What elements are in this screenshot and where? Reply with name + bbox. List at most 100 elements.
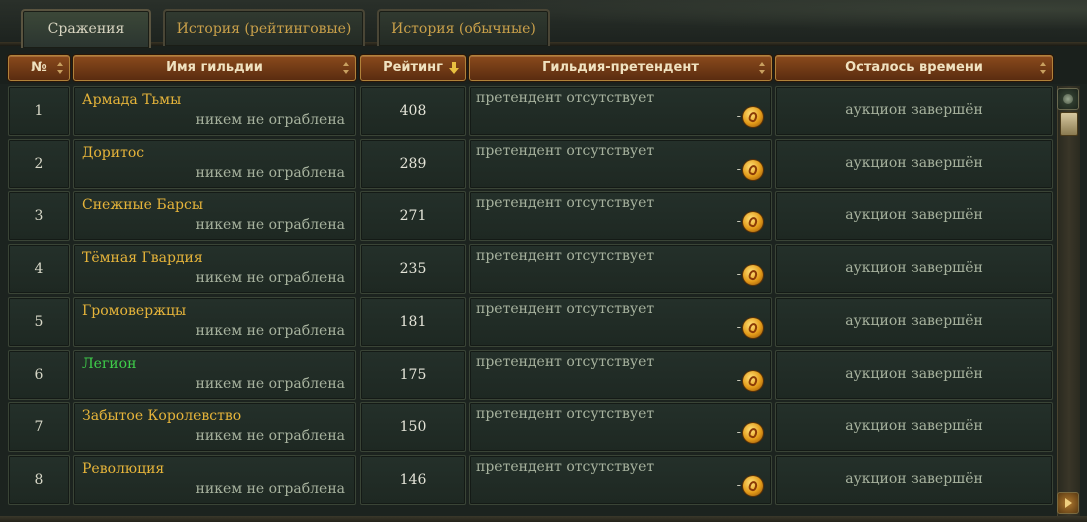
sort-desc-icon: [449, 61, 459, 75]
challenger-cell: претендент отсутствует -: [469, 402, 772, 452]
gold-coin-icon[interactable]: [743, 423, 763, 443]
guild-cell: Армада Тьмы никем не ограблена: [73, 86, 356, 136]
bid-amount: -: [736, 320, 741, 335]
bid-amount: -: [736, 214, 741, 229]
challenger-status: претендент отсутствует: [476, 90, 655, 106]
table-row[interactable]: 4 Тёмная Гвардия никем не ограблена 235 прет…: [0, 244, 1056, 296]
rank-cell: 4: [8, 244, 70, 294]
tab-history-normal[interactable]: История (обычные): [377, 9, 550, 46]
robbed-status: никем не ограблена: [195, 428, 345, 444]
time-left-cell: аукцион завершён: [775, 191, 1053, 241]
table-row[interactable]: 8 Революция никем не ограблена 146 претенден…: [0, 455, 1056, 507]
guild-name-link[interactable]: Снежные Барсы: [82, 197, 203, 213]
rating-cell: 235: [360, 244, 466, 294]
challenger-cell: претендент отсутствует -: [469, 139, 772, 189]
rank-cell: 1: [8, 86, 70, 136]
column-header-time-left[interactable]: Осталось времени: [775, 55, 1053, 81]
guild-name-link[interactable]: Армада Тьмы: [82, 92, 181, 108]
rating-cell: 181: [360, 297, 466, 347]
bid-amount: -: [736, 267, 741, 282]
robbed-status: никем не ограблена: [195, 270, 345, 286]
column-header-time-left-label: Осталось времени: [845, 60, 983, 75]
column-header-guild[interactable]: Имя гильдии: [73, 55, 356, 81]
tab-history-rated[interactable]: История (рейтинговые): [163, 9, 365, 46]
sort-arrows-icon: [1040, 62, 1047, 74]
gold-coin-icon[interactable]: [743, 318, 763, 338]
column-header-challenger[interactable]: Гильдия-претендент: [469, 55, 772, 81]
tab-battles[interactable]: Сражения: [21, 9, 151, 48]
column-header-challenger-label: Гильдия-претендент: [542, 60, 699, 75]
guild-name-link[interactable]: Тёмная Гвардия: [82, 250, 203, 266]
robbed-status: никем не ограблена: [195, 217, 345, 233]
sort-arrows-icon: [57, 62, 64, 74]
time-left-cell: аукцион завершён: [775, 297, 1053, 347]
bid-amount: -: [736, 109, 741, 124]
guild-cell: Доритос никем не ограблена: [73, 139, 356, 189]
scroll-up-button[interactable]: [1057, 88, 1079, 110]
gold-coin-icon[interactable]: [743, 476, 763, 496]
gold-coin-icon[interactable]: [743, 212, 763, 232]
rating-cell: 146: [360, 455, 466, 505]
rank-cell: 5: [8, 297, 70, 347]
table-row[interactable]: 3 Снежные Барсы никем не ограблена 271 прете…: [0, 191, 1056, 243]
scroll-down-button[interactable]: [1057, 492, 1079, 514]
challenger-cell: претендент отсутствует -: [469, 86, 772, 136]
guild-cell: Легион никем не ограблена: [73, 350, 356, 400]
sort-arrows-icon: [343, 62, 350, 74]
scrollbar-thumb[interactable]: [1060, 112, 1078, 136]
guild-cell: Забытое Королевство никем не ограблена: [73, 402, 356, 452]
gold-coin-icon[interactable]: [743, 107, 763, 127]
bid-amount: -: [736, 162, 741, 177]
guild-name-link[interactable]: Революция: [82, 461, 164, 477]
challenger-status: претендент отсутствует: [476, 248, 655, 264]
rating-cell: 175: [360, 350, 466, 400]
column-header-guild-label: Имя гильдии: [166, 60, 263, 75]
table-row[interactable]: 5 Громовержцы никем не ограблена 181 претенд…: [0, 297, 1056, 349]
bottom-frame: [0, 516, 1087, 522]
table-row[interactable]: 2 Доритос никем не ограблена 289 претендент …: [0, 139, 1056, 191]
table-row[interactable]: 6 Легион никем не ограблена 175 претендент о…: [0, 350, 1056, 402]
table-row[interactable]: 1 Армада Тьмы никем не ограблена 408 претенд…: [0, 86, 1056, 138]
column-header-rating-label: Рейтинг: [383, 60, 443, 75]
challenger-status: претендент отсутствует: [476, 195, 655, 211]
challenger-status: претендент отсутствует: [476, 459, 655, 475]
robbed-status: никем не ограблена: [195, 481, 345, 497]
time-left-cell: аукцион завершён: [775, 139, 1053, 189]
gold-coin-icon[interactable]: [743, 371, 763, 391]
challenger-status: претендент отсутствует: [476, 354, 655, 370]
guild-name-link[interactable]: Громовержцы: [82, 303, 186, 319]
challenger-status: претендент отсутствует: [476, 143, 655, 159]
rank-cell: 7: [8, 402, 70, 452]
column-header-num-label: №: [31, 60, 47, 75]
challenger-cell: претендент отсутствует -: [469, 191, 772, 241]
time-left-cell: аукцион завершён: [775, 244, 1053, 294]
time-left-cell: аукцион завершён: [775, 350, 1053, 400]
guild-cell: Тёмная Гвардия никем не ограблена: [73, 244, 356, 294]
time-left-cell: аукцион завершён: [775, 402, 1053, 452]
column-header-num[interactable]: №: [8, 55, 70, 81]
challenger-status: претендент отсутствует: [476, 406, 655, 422]
rank-cell: 6: [8, 350, 70, 400]
rating-cell: 150: [360, 402, 466, 452]
challenger-cell: претендент отсутствует -: [469, 455, 772, 505]
guild-name-link[interactable]: Забытое Королевство: [82, 408, 241, 424]
bid-amount: -: [736, 478, 741, 493]
column-header-rating[interactable]: Рейтинг: [360, 55, 466, 81]
scrollbar-track[interactable]: [1057, 86, 1080, 516]
bid-amount: -: [736, 373, 741, 388]
challenger-status: претендент отсутствует: [476, 301, 655, 317]
guild-name-link[interactable]: Доритос: [82, 145, 144, 161]
challenger-cell: претендент отсутствует -: [469, 297, 772, 347]
robbed-status: никем не ограблена: [195, 165, 345, 181]
table-row[interactable]: 7 Забытое Королевство никем не ограблена 15…: [0, 402, 1056, 454]
robbed-status: никем не ограблена: [195, 376, 345, 392]
challenger-cell: претендент отсутствует -: [469, 244, 772, 294]
guild-cell: Снежные Барсы никем не ограблена: [73, 191, 356, 241]
robbed-status: никем не ограблена: [195, 323, 345, 339]
gold-coin-icon[interactable]: [743, 265, 763, 285]
gold-coin-icon[interactable]: [743, 160, 763, 180]
sort-arrows-icon: [759, 62, 766, 74]
guild-cell: Громовержцы никем не ограблена: [73, 297, 356, 347]
rank-cell: 2: [8, 139, 70, 189]
guild-name-link[interactable]: Легион: [82, 356, 136, 372]
